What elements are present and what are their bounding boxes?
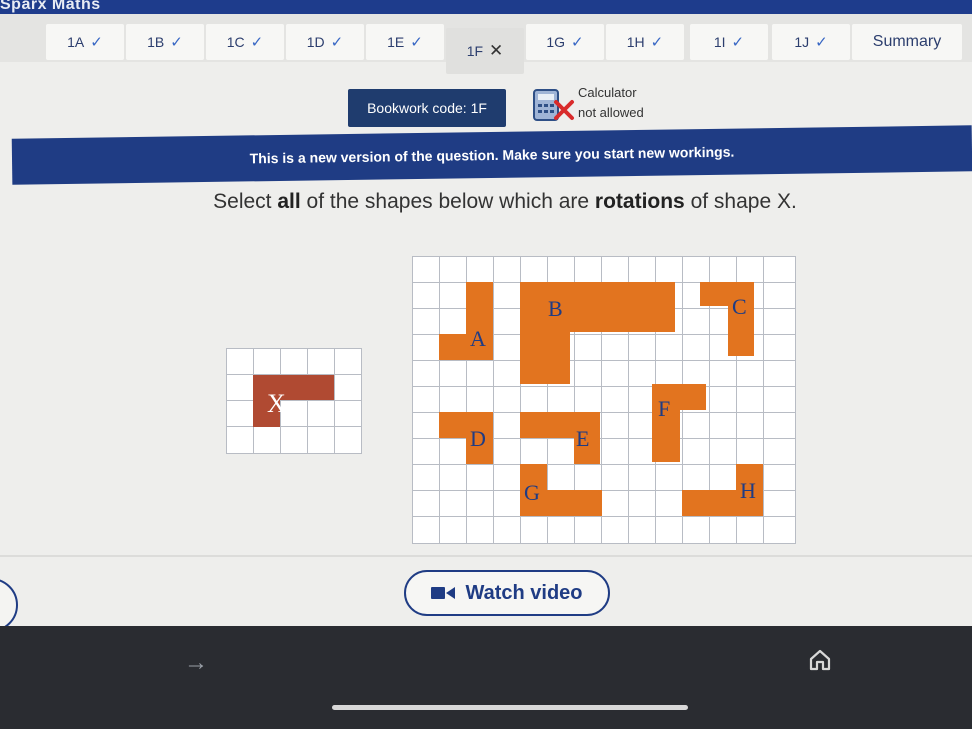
question-text: Select all of the shapes below which are…: [0, 190, 972, 214]
tab-label: 1I: [713, 34, 726, 50]
question-emphasis-rotations: rotations: [594, 190, 685, 213]
calculator-crossed-icon: [533, 89, 574, 121]
check-icon: ✓: [815, 34, 828, 51]
question-suffix: of shape X.: [684, 190, 797, 213]
check-icon: ✓: [330, 34, 344, 51]
question-emphasis-all: all: [277, 190, 301, 213]
answer-shapes-grid: A B C D E F G H: [412, 256, 796, 544]
content-divider: [0, 555, 972, 557]
task-tab-bar: 1A ✓ 1B ✓ 1C ✓ 1D ✓ 1E ✓ 1F ✕ 1G ✓ 1H ✓ 1I ✓ 1J ✓ Summary: [0, 14, 972, 74]
tab-summary[interactable]: Summary: [852, 24, 962, 60]
tab-1b[interactable]: 1B ✓: [126, 24, 204, 60]
tab-label: 1B: [147, 34, 165, 50]
tab-1e[interactable]: 1E ✓: [366, 24, 444, 60]
shape-b-label: B: [548, 296, 563, 321]
shape-d-label: D: [470, 426, 486, 451]
shape-a-label: A: [470, 326, 486, 351]
cross-icon: ✕: [489, 41, 504, 60]
tab-1c[interactable]: 1C ✓: [206, 24, 284, 60]
shape-g-label: G: [524, 480, 540, 505]
tab-1d[interactable]: 1D ✓: [286, 24, 364, 60]
tab-label: 1G: [546, 34, 566, 50]
watch-video-label: Watch video: [465, 581, 583, 604]
tab-label: 1E: [387, 34, 405, 50]
video-camera-icon: [431, 587, 456, 599]
new-version-banner: This is a new version of the question. M…: [11, 125, 972, 185]
shape-e-label: E: [576, 426, 589, 451]
tab-1i[interactable]: 1I ✓: [690, 24, 768, 60]
tab-label: 1F: [466, 43, 484, 59]
tab-label: 1C: [226, 34, 245, 50]
app-title: Sparx Maths: [0, 0, 101, 13]
shape-x-grid: X: [226, 348, 362, 454]
tab-label: 1D: [306, 34, 325, 50]
check-icon: ✓: [731, 34, 745, 51]
shape-f-label: F: [658, 396, 670, 421]
tab-label: Summary: [872, 33, 942, 50]
tab-1a[interactable]: 1A ✓: [46, 24, 124, 60]
tab-1f[interactable]: 1F ✕: [446, 28, 524, 74]
check-icon: ✓: [410, 34, 423, 51]
shape-h-label: H: [740, 478, 756, 503]
check-icon: ✓: [250, 34, 264, 51]
tab-1j[interactable]: 1J ✓: [772, 24, 850, 60]
tab-label: 1J: [794, 34, 810, 50]
home-indicator[interactable]: [332, 705, 688, 710]
shape-c-label: C: [732, 294, 747, 319]
tab-1h[interactable]: 1H ✓: [606, 24, 684, 60]
question-prefix: Select: [213, 190, 278, 213]
calculator-status-title: Calculator: [578, 85, 637, 100]
watch-video-button[interactable]: Watch video: [404, 570, 610, 616]
check-icon: ✓: [90, 34, 103, 51]
check-icon: ✓: [170, 34, 183, 51]
bookwork-code-badge: Bookwork code: 1F: [348, 89, 506, 127]
shape-x-label: X: [267, 389, 286, 418]
device-bottom-bar: [0, 626, 972, 729]
check-icon: ✓: [650, 34, 664, 51]
tab-label: 1A: [67, 34, 85, 50]
calculator-status-text: not allowed: [578, 105, 644, 120]
question-middle: of the shapes below which are: [300, 190, 595, 213]
tab-1g[interactable]: 1G ✓: [526, 24, 604, 60]
tab-label: 1H: [626, 34, 645, 50]
home-icon[interactable]: [808, 648, 832, 672]
check-icon: ✓: [571, 34, 584, 51]
arrow-right-icon[interactable]: →: [184, 649, 208, 677]
previous-circle-button[interactable]: [0, 578, 18, 632]
